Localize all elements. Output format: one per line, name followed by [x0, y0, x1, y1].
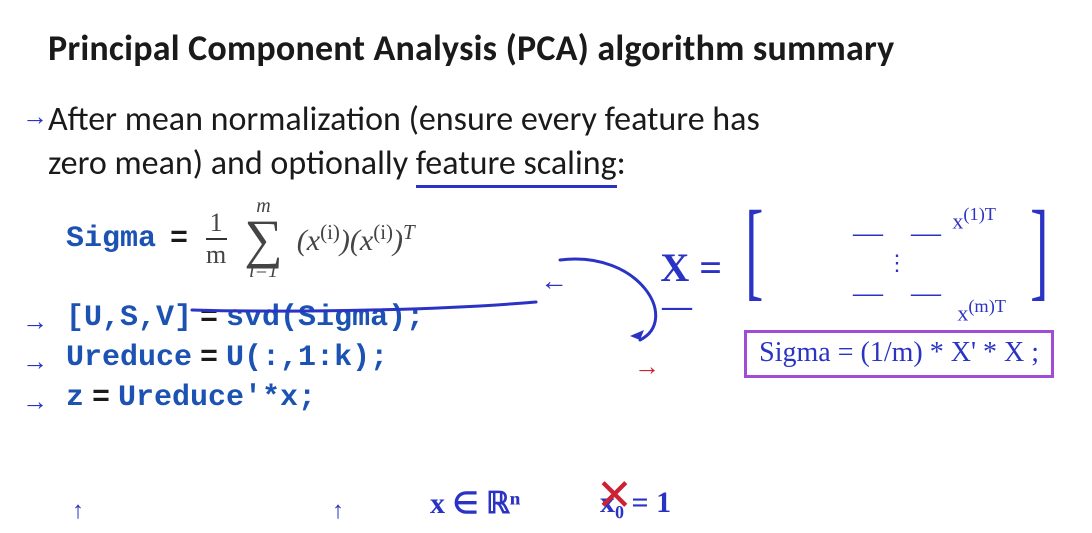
code-ureduce-lhs: Ureduce [66, 341, 192, 375]
body-text: After mean normalization (ensure every f… [48, 98, 1052, 185]
code-ureduce-rhs: U(:,1:k); [226, 341, 388, 375]
sum-lower: i=1 [249, 260, 278, 283]
up-arrow-icon: ↑ [72, 498, 84, 525]
code-z-rhs: Ureduce'*x; [118, 381, 316, 415]
arrow-icon: → [22, 387, 48, 417]
cross-out-icon: ✕ [596, 470, 613, 521]
hand-dash: — [662, 290, 692, 324]
arrow-icon: → [22, 347, 48, 377]
body-line-2c: : [617, 143, 626, 184]
slide: Principal Component Analysis (PCA) algor… [0, 0, 1092, 533]
arrow-icon: → [22, 307, 48, 337]
hand-matrix: [ ] — — ⋮ — — x(1)T x(m)T [742, 210, 1052, 320]
arrow-icon: → [22, 102, 48, 132]
summation-symbol: m ∑ i=1 [244, 195, 283, 283]
hand-x-equals: X = [660, 244, 722, 291]
slide-title: Principal Component Analysis (PCA) algor… [48, 26, 1052, 70]
hand-sigma-boxed: Sigma = (1/m) * X' * X ; [744, 330, 1054, 378]
equals-sign: = [170, 222, 188, 256]
arrow-icon: → [634, 352, 660, 382]
arrow-icon: ← [540, 266, 568, 298]
fraction-denominator: m [202, 240, 230, 270]
code-z: z=Ureduce'*x; [66, 381, 1052, 415]
sum-term: (x(i))(x(i))T [297, 220, 415, 258]
code-svd-rhs: svd(Sigma); [226, 301, 424, 335]
up-arrow-icon: ↑ [332, 498, 344, 525]
fraction-numerator: 1 [206, 208, 227, 240]
fraction-1-over-m: 1 m [202, 208, 230, 270]
hand-x1T: x(1)T [952, 204, 996, 234]
sigma-label: Sigma [66, 222, 156, 256]
hand-xmT: x(m)T [957, 296, 1006, 326]
code-z-lhs: z [66, 381, 84, 415]
body-line-2b: feature scaling [416, 143, 617, 188]
body-line-2a: zero mean) and optionally [48, 143, 416, 184]
hand-x-in-Rn: x ∈ ℝⁿ [430, 486, 520, 521]
code-svd-lhs: [U,S,V] [66, 301, 192, 335]
body-line-1: After mean normalization (ensure every f… [48, 99, 760, 140]
